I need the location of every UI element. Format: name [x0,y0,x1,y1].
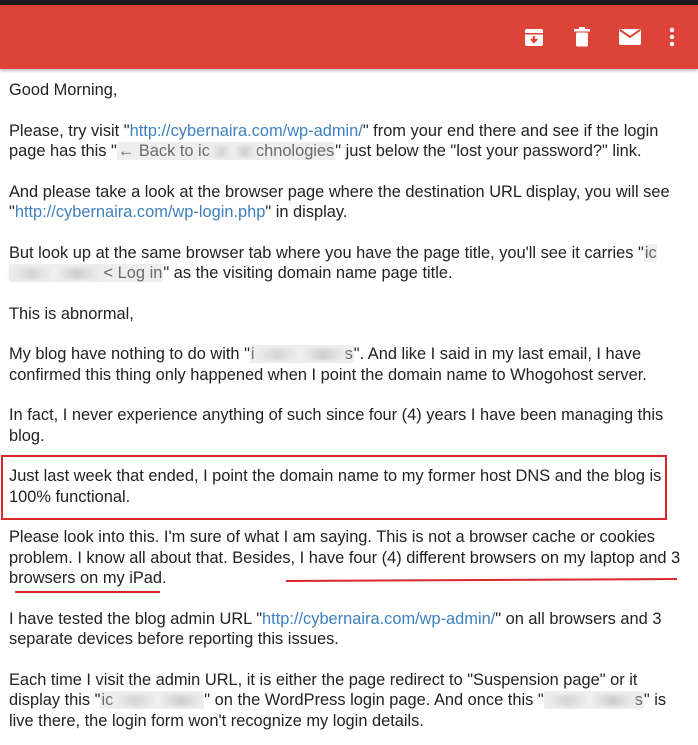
trash-icon[interactable] [568,23,596,51]
mail-icon[interactable] [616,23,644,51]
greeting: Good Morning, [9,81,118,99]
paragraph-destination-url: And please take a look at the browser pa… [9,182,670,222]
paragraph-four-years: In fact, I never experience anything of … [9,406,664,445]
redacted-chip: is [249,345,354,363]
wp-login-link[interactable]: http://cybernaira.com/wp-login.php [15,203,266,221]
paragraph-page-title: But look up at the same browser tab wher… [9,243,657,282]
more-vert-icon[interactable] [658,23,686,51]
paragraph-admin-url: Each time I visit the admin URL, it is e… [9,670,667,730]
wp-admin-link[interactable]: http://cybernaira.com/wp-admin/ [130,122,363,140]
app-toolbar [0,5,698,69]
redacted-chip: s [543,691,644,709]
paragraph-abnormal: This is abnormal, [9,304,134,323]
archive-icon[interactable] [520,23,548,51]
red-underline [15,591,160,593]
email-body: Good Morning, Please, try visit "http://… [9,80,689,731]
paragraph-login-link: Please, try visit "http://cybernaira.com… [9,121,659,160]
red-highlight-box [1,455,667,520]
wp-admin-link-2[interactable]: http://cybernaira.com/wp-admin/ [262,610,495,628]
redacted-chip: ← Back to ic chnologies [116,142,336,160]
paragraph-blog: My blog have nothing to do with "i s". An… [9,345,647,384]
paragraph-tested: I have tested the blog admin URL "http:/… [9,609,662,649]
redacted-chip: ic [100,691,205,709]
